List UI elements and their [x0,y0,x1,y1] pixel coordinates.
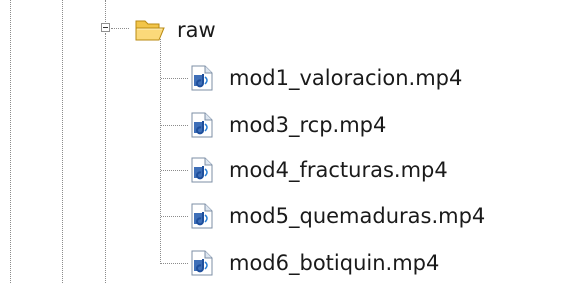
tree-file-node[interactable]: mod3_rcp.mp4 [190,110,386,140]
file-label: mod5_quemaduras.mp4 [229,204,486,228]
media-file-icon [191,250,213,276]
media-file-icon [191,203,213,229]
tree-connector [161,125,188,126]
tree-guide-line [105,0,106,24]
tree-file-node[interactable]: mod5_quemaduras.mp4 [190,201,485,231]
tree-file-node[interactable]: mod4_fracturas.mp4 [190,155,448,185]
tree-guide-line [105,33,106,283]
file-label: mod6_botiquin.mp4 [229,251,440,275]
collapse-toggle-icon[interactable] [101,23,110,32]
file-label: mod1_valoracion.mp4 [229,66,463,90]
media-file-icon [191,65,213,91]
tree-guide-line [62,0,63,283]
open-folder-icon [135,20,165,41]
file-label: mod3_rcp.mp4 [229,113,387,137]
file-label: mod4_fracturas.mp4 [229,158,448,182]
file-tree: raw mod1_valoracion.mp4 mod3_rcp.mp4 mod… [0,0,573,283]
tree-guide-line [160,39,161,264]
tree-file-node[interactable]: mod1_valoracion.mp4 [190,63,462,93]
tree-connector [161,263,188,264]
tree-guide-line [10,0,11,283]
tree-connector [161,216,188,217]
tree-connector [161,170,188,171]
tree-connector [111,28,129,29]
media-file-icon [191,112,213,138]
tree-file-node[interactable]: mod6_botiquin.mp4 [190,248,439,278]
media-file-icon [191,157,213,183]
folder-label: raw [177,18,216,42]
tree-connector [161,78,188,79]
tree-folder-node-raw[interactable]: raw [135,15,216,45]
